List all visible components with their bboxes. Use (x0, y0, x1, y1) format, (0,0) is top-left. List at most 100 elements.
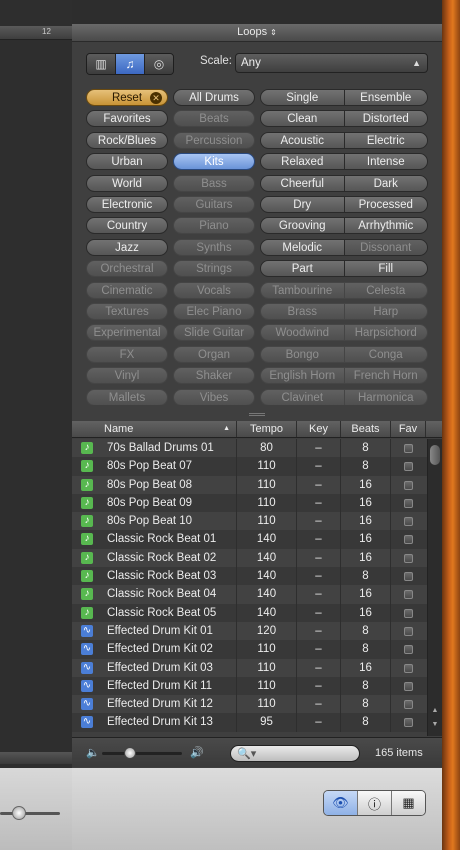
table-row[interactable]: ♪ 80s Pop Beat 07 110–8 (72, 457, 427, 476)
keyword-slide-guitar[interactable]: Slide Guitar (173, 324, 255, 342)
keyword-grooving[interactable]: Grooving (261, 218, 345, 234)
loop-browser-button[interactable]: 👁 (324, 791, 358, 815)
scale-select[interactable]: Any ▲ (235, 53, 428, 73)
keyword-ensemble[interactable]: Ensemble (344, 90, 427, 105)
keyword-dissonant[interactable]: Dissonant (344, 239, 427, 255)
table-row[interactable]: ♪ 80s Pop Beat 09 110–16 (72, 493, 427, 513)
table-row[interactable]: ♪ 80s Pop Beat 10 110–16 (72, 512, 427, 531)
keyword-percussion[interactable]: Percussion (173, 131, 255, 149)
table-row[interactable]: ♪ Classic Rock Beat 02 140–16 (72, 548, 427, 568)
column-header-tempo[interactable]: Tempo (237, 421, 297, 437)
keyword-vocals[interactable]: Vocals (173, 281, 255, 299)
keyword-reset[interactable]: Reset ✕ (86, 89, 168, 106)
column-header-key[interactable]: Key (297, 421, 341, 437)
keyword-all-drums[interactable]: All Drums (173, 89, 255, 106)
keyword-piano[interactable]: Piano (173, 217, 255, 235)
keyword-acoustic[interactable]: Acoustic (261, 132, 345, 148)
vertical-scrollbar[interactable]: ▲ ▼ (427, 439, 442, 736)
favorite-checkbox[interactable] (404, 608, 413, 618)
keyword-beats[interactable]: Beats (173, 110, 255, 128)
favorite-checkbox[interactable] (404, 700, 413, 710)
keyword-part[interactable]: Part (261, 261, 345, 277)
keyword-cinematic[interactable]: Cinematic (86, 281, 168, 299)
keyword-clavinet[interactable]: Clavinet (261, 389, 345, 405)
favorite-checkbox[interactable] (404, 681, 413, 691)
keyword-urban[interactable]: Urban (86, 153, 168, 171)
keyword-dry[interactable]: Dry (261, 197, 345, 212)
favorite-checkbox[interactable] (404, 462, 413, 472)
podcast-view-button[interactable]: ◎ (145, 54, 173, 74)
keyword-harmonica[interactable]: Harmonica (344, 389, 427, 405)
keyword-melodic[interactable]: Melodic (261, 239, 345, 255)
keyword-processed[interactable]: Processed (344, 197, 427, 212)
keyword-elec-piano[interactable]: Elec Piano (173, 303, 255, 320)
favorite-checkbox[interactable] (404, 444, 413, 453)
preview-volume-knob[interactable] (124, 747, 136, 759)
column-header-name[interactable]: Name ▲ (72, 421, 237, 437)
favorite-checkbox[interactable] (404, 663, 413, 673)
table-row[interactable]: ♪ 70s Ballad Drums 01 80–8 (72, 439, 427, 458)
keyword-mallets[interactable]: Mallets (86, 388, 168, 406)
keyword-vibes[interactable]: Vibes (173, 388, 255, 406)
keyword-textures[interactable]: Textures (86, 303, 168, 320)
keyword-world[interactable]: World (86, 174, 168, 192)
loops-title-bar[interactable]: Loops ⇕ (72, 24, 442, 42)
keyword-conga[interactable]: Conga (344, 346, 427, 362)
keyword-vinyl[interactable]: Vinyl (86, 367, 168, 385)
preview-volume-track[interactable] (102, 752, 182, 755)
keyword-experimental[interactable]: Experimental (86, 324, 168, 342)
keyword-clean[interactable]: Clean (261, 111, 345, 127)
keyword-brass[interactable]: Brass (261, 304, 345, 319)
favorite-checkbox[interactable] (404, 553, 413, 563)
keyword-cheerful[interactable]: Cheerful (261, 175, 345, 191)
keyword-intense[interactable]: Intense (344, 154, 427, 170)
keyword-dark[interactable]: Dark (344, 175, 427, 191)
keyword-bass[interactable]: Bass (173, 174, 255, 192)
keyword-arrhythmic[interactable]: Arrhythmic (344, 218, 427, 234)
keyword-harpsichord[interactable]: Harpsichord (344, 325, 427, 341)
keyword-bongo[interactable]: Bongo (261, 346, 345, 362)
favorite-checkbox[interactable] (404, 718, 413, 728)
scroll-thumb[interactable] (430, 445, 440, 465)
keyword-fx[interactable]: FX (86, 345, 168, 363)
pane-divider[interactable] (72, 405, 442, 421)
keyword-favorites[interactable]: Favorites (86, 110, 168, 128)
favorite-checkbox[interactable] (404, 498, 413, 508)
music-view-button[interactable]: ♫ (116, 54, 145, 74)
keyword-rock-blues[interactable]: Rock/Blues (86, 131, 168, 149)
favorite-checkbox[interactable] (404, 590, 413, 600)
keyword-jazz[interactable]: Jazz (86, 238, 168, 256)
horizontal-scrollbar[interactable] (0, 752, 72, 764)
keyword-organ[interactable]: Organ (173, 345, 255, 363)
favorite-checkbox[interactable] (404, 535, 413, 545)
master-volume-knob[interactable] (12, 806, 26, 820)
table-row[interactable]: ♪ Classic Rock Beat 03 140–8 (72, 567, 427, 586)
table-row[interactable]: ♪ 80s Pop Beat 08 110–16 (72, 475, 427, 494)
keyword-celesta[interactable]: Celesta (344, 282, 427, 298)
keyword-distorted[interactable]: Distorted (344, 111, 427, 127)
table-row[interactable]: ∿ Effected Drum Kit 02 110–8 (72, 640, 427, 659)
keyword-country[interactable]: Country (86, 217, 168, 235)
favorite-checkbox[interactable] (404, 572, 413, 582)
scroll-down-icon[interactable]: ▼ (430, 721, 440, 728)
keyword-english-horn[interactable]: English Horn (261, 368, 345, 384)
media-browser-button[interactable]: ▦ (392, 791, 425, 815)
favorite-checkbox[interactable] (404, 517, 413, 527)
info-button[interactable]: ⓘ (358, 791, 392, 815)
keyword-kits[interactable]: Kits (173, 153, 255, 171)
favorite-checkbox[interactable] (404, 480, 413, 490)
keyword-synths[interactable]: Synths (173, 238, 255, 256)
keyword-woodwind[interactable]: Woodwind (261, 325, 345, 341)
keyword-electronic[interactable]: Electronic (86, 196, 168, 213)
keyword-french-horn[interactable]: French Horn (344, 368, 427, 384)
keyword-strings[interactable]: Strings (173, 260, 255, 278)
table-row[interactable]: ∿ Effected Drum Kit 01 120–8 (72, 621, 427, 641)
keyword-orchestral[interactable]: Orchestral (86, 260, 168, 278)
table-row[interactable]: ∿ Effected Drum Kit 11 110–8 (72, 676, 427, 696)
table-row[interactable]: ♪ Classic Rock Beat 04 140–16 (72, 585, 427, 604)
column-header-fav[interactable]: Fav (391, 421, 426, 437)
keyword-electric[interactable]: Electric (344, 132, 427, 148)
column-header-beats[interactable]: Beats (341, 421, 391, 437)
keyword-shaker[interactable]: Shaker (173, 367, 255, 385)
keyword-guitars[interactable]: Guitars (173, 196, 255, 213)
